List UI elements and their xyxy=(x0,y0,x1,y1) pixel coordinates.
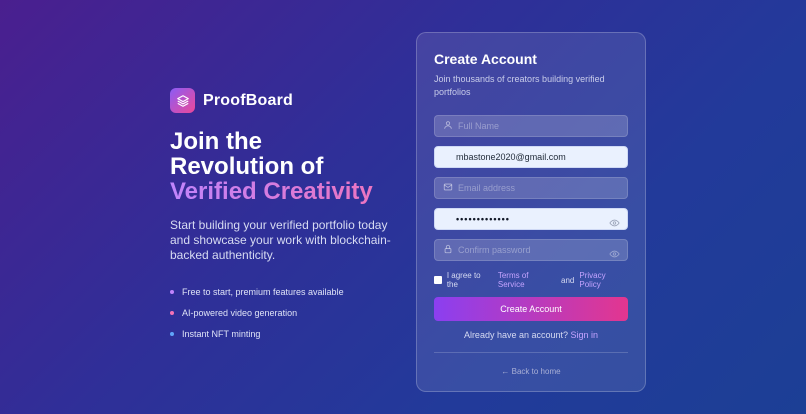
lock-icon xyxy=(443,241,453,259)
form-subtitle: Join thousands of creators building veri… xyxy=(434,74,605,97)
eye-icon[interactable] xyxy=(609,246,620,264)
bullet-dot-icon xyxy=(170,289,174,294)
full-name-placeholder: Full Name xyxy=(458,121,500,131)
headline-line-1: Join the xyxy=(170,128,263,155)
headline-highlight: Verified Creativity xyxy=(170,179,410,204)
brand: ProofBoard xyxy=(170,88,410,113)
bullet-dot-icon xyxy=(170,331,174,336)
email-field[interactable]: Email address xyxy=(434,177,628,199)
layers-icon xyxy=(170,88,195,113)
mail-icon xyxy=(443,179,453,197)
feature-list: Free to start, premium features availabl… xyxy=(170,281,410,344)
hero-headline: Join the Revolution of Verified Creativi… xyxy=(170,129,410,204)
feature-item: Instant NFT minting xyxy=(170,323,410,344)
eye-icon[interactable] xyxy=(609,215,620,233)
privacy-link[interactable]: Privacy Policy xyxy=(579,271,628,289)
brand-name: ProofBoard xyxy=(203,91,293,109)
feature-item: Free to start, premium features availabl… xyxy=(170,281,410,302)
password-value: ••••••••••••• xyxy=(456,214,510,224)
hero-subtext: Start building your verified portfolio t… xyxy=(170,218,391,262)
form-title: Create Account xyxy=(434,51,537,67)
feature-label: AI-powered video generation xyxy=(182,307,298,318)
signup-card: Create Account Join thousands of creator… xyxy=(416,32,646,392)
password-field[interactable]: ••••••••••••• xyxy=(434,208,628,230)
signin-prompt: Already have an account? xyxy=(463,330,569,340)
user-icon xyxy=(443,117,453,135)
signin-link[interactable]: Sign in xyxy=(571,330,599,340)
confirm-password-field[interactable]: Confirm password xyxy=(434,239,628,261)
bullet-dot-icon xyxy=(170,310,174,315)
terms-link[interactable]: Terms of Service xyxy=(498,271,556,289)
username-value: mbastone2020@gmail.com xyxy=(456,152,566,162)
feature-label: Instant NFT minting xyxy=(182,328,261,339)
username-field[interactable]: mbastone2020@gmail.com xyxy=(434,146,628,168)
confirm-password-placeholder: Confirm password xyxy=(458,245,531,255)
headline-line-2: Revolution of xyxy=(170,153,324,180)
divider xyxy=(434,352,628,353)
signin-row: Already have an account? Sign in xyxy=(434,330,628,340)
terms-checkbox[interactable] xyxy=(434,276,442,284)
full-name-field[interactable]: Full Name xyxy=(434,115,628,137)
back-to-home-link[interactable]: ← Back to home xyxy=(434,367,628,376)
create-account-button[interactable]: Create Account xyxy=(434,297,628,321)
feature-label: Free to start, premium features availabl… xyxy=(182,286,344,297)
email-placeholder: Email address xyxy=(458,183,516,193)
feature-item: AI-powered video generation xyxy=(170,302,410,323)
hero-section: ProofBoard Join the Revolution of Verifi… xyxy=(170,88,410,344)
agree-prefix: I agree to the xyxy=(446,271,481,289)
terms-agreement: I agree to the Terms of Service and Priv… xyxy=(434,271,628,289)
agree-and: and xyxy=(561,275,575,285)
